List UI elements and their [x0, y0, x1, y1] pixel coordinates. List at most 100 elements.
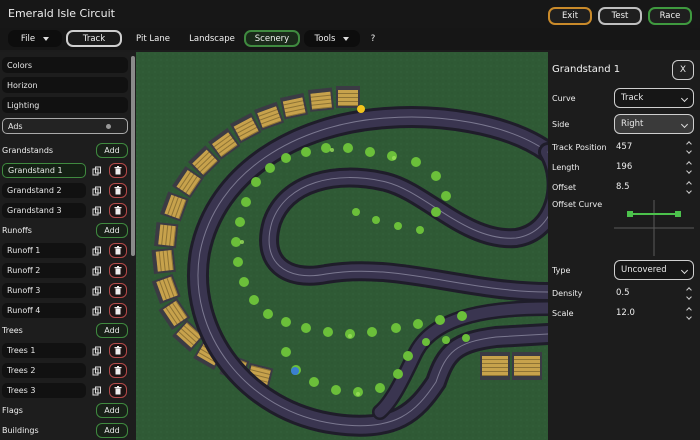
runoff-item[interactable]: Runoff 3 — [2, 283, 86, 298]
track-position-input[interactable]: 457 — [616, 142, 632, 152]
test-button[interactable]: Test — [598, 7, 642, 25]
section-grandstands-title: Grandstands — [2, 146, 54, 155]
menu-file-label: File — [20, 33, 36, 44]
chevron-down-icon — [43, 36, 50, 41]
curve-select[interactable]: Track — [614, 88, 694, 108]
section-runoffs-title: Runoffs — [2, 226, 32, 235]
trash-icon — [114, 186, 122, 195]
delete-button[interactable] — [109, 303, 127, 318]
menu-tools[interactable]: Tools — [304, 30, 360, 47]
copy-icon[interactable] — [92, 286, 102, 296]
add-building-button[interactable]: Add — [96, 423, 128, 438]
curve-select-value: Track — [621, 93, 644, 103]
copy-icon[interactable] — [92, 346, 102, 356]
track-position-stepper[interactable] — [686, 141, 694, 155]
length-label: Length — [552, 163, 580, 172]
tab-pit-lane[interactable]: Pit Lane — [128, 30, 178, 47]
copy-icon[interactable] — [92, 166, 102, 176]
menu-file[interactable]: File — [8, 30, 62, 47]
offset-curve-label: Offset Curve — [552, 200, 603, 209]
density-stepper[interactable] — [686, 287, 694, 301]
curve-label: Curve — [552, 94, 576, 103]
camera-marker-icon[interactable] — [291, 367, 299, 375]
length-input[interactable]: 196 — [616, 162, 632, 172]
runoff-item[interactable]: Runoff 4 — [2, 303, 86, 318]
trash-icon — [114, 266, 122, 275]
section-flags-title: Flags — [2, 406, 23, 415]
scale-stepper[interactable] — [686, 307, 694, 321]
copy-icon[interactable] — [92, 186, 102, 196]
scale-label: Scale — [552, 309, 574, 318]
grandstand-item[interactable]: Grandstand 1 — [2, 163, 86, 178]
delete-button[interactable] — [109, 203, 127, 218]
track-viewport[interactable] — [136, 52, 548, 440]
delete-button[interactable] — [109, 163, 127, 178]
type-label: Type — [552, 266, 571, 275]
add-flag-button[interactable]: Add — [96, 403, 128, 418]
inspector-panel: Grandstand 1 X Curve Track Side Right Tr… — [548, 52, 700, 440]
list-item-lighting[interactable]: Lighting — [2, 97, 128, 113]
race-button[interactable]: Race — [648, 7, 692, 25]
tab-track[interactable]: Track — [66, 30, 122, 47]
side-select[interactable]: Right — [614, 114, 694, 134]
list-item-ads[interactable]: Ads — [2, 118, 128, 134]
copy-icon[interactable] — [92, 246, 102, 256]
left-panel-scrollbar[interactable] — [131, 56, 135, 256]
copy-icon[interactable] — [92, 306, 102, 316]
trees-item[interactable]: Trees 2 — [2, 363, 86, 378]
add-runoff-button[interactable]: Add — [96, 223, 128, 238]
close-button[interactable]: X — [672, 60, 694, 80]
list-item-colors[interactable]: Colors — [2, 57, 128, 73]
start-marker-icon[interactable] — [357, 105, 365, 113]
trash-icon — [114, 246, 122, 255]
trash-icon — [114, 346, 122, 355]
density-input[interactable]: 0.5 — [616, 288, 630, 298]
delete-button[interactable] — [109, 243, 127, 258]
add-grandstand-button[interactable]: Add — [96, 143, 128, 158]
section-buildings-title: Buildings — [2, 426, 39, 435]
side-label: Side — [552, 120, 570, 129]
scale-input[interactable]: 12.0 — [616, 308, 635, 318]
tab-landscape[interactable]: Landscape — [184, 30, 240, 47]
add-trees-button[interactable]: Add — [96, 323, 128, 338]
delete-button[interactable] — [109, 363, 127, 378]
length-stepper[interactable] — [686, 161, 694, 175]
trees-item[interactable]: Trees 1 — [2, 343, 86, 358]
chevron-down-icon — [680, 94, 689, 103]
curve-point-handle[interactable] — [627, 211, 633, 217]
type-select[interactable]: Uncovered — [614, 260, 694, 280]
delete-button[interactable] — [109, 263, 127, 278]
menu-tools-label: Tools — [314, 33, 336, 44]
chevron-down-icon — [680, 266, 689, 275]
toggle-dot-icon[interactable] — [106, 124, 111, 129]
offset-label: Offset — [552, 183, 577, 192]
delete-button[interactable] — [109, 343, 127, 358]
delete-button[interactable] — [109, 383, 127, 398]
trees-item[interactable]: Trees 3 — [2, 383, 86, 398]
copy-icon[interactable] — [92, 206, 102, 216]
grandstand-item[interactable]: Grandstand 3 — [2, 203, 86, 218]
type-select-value: Uncovered — [621, 265, 667, 275]
ads-label: Ads — [8, 121, 23, 131]
copy-icon[interactable] — [92, 386, 102, 396]
offset-curve-editor[interactable] — [614, 200, 694, 256]
offset-input[interactable]: 8.5 — [616, 182, 630, 192]
trash-icon — [114, 166, 122, 175]
copy-icon[interactable] — [92, 266, 102, 276]
delete-button[interactable] — [109, 183, 127, 198]
trash-icon — [114, 386, 122, 395]
runoff-item[interactable]: Runoff 2 — [2, 263, 86, 278]
runoff-item[interactable]: Runoff 1 — [2, 243, 86, 258]
copy-icon[interactable] — [92, 366, 102, 376]
curve-point-handle[interactable] — [675, 211, 681, 217]
grandstand-item[interactable]: Grandstand 2 — [2, 183, 86, 198]
side-select-value: Right — [621, 119, 644, 129]
list-item-horizon[interactable]: Horizon — [2, 77, 128, 93]
help-button[interactable]: ? — [364, 30, 382, 47]
delete-button[interactable] — [109, 283, 127, 298]
tab-scenery[interactable]: Scenery — [244, 30, 300, 47]
exit-button[interactable]: Exit — [548, 7, 592, 25]
track-map[interactable] — [136, 52, 548, 440]
offset-stepper[interactable] — [686, 181, 694, 195]
density-label: Density — [552, 289, 583, 298]
